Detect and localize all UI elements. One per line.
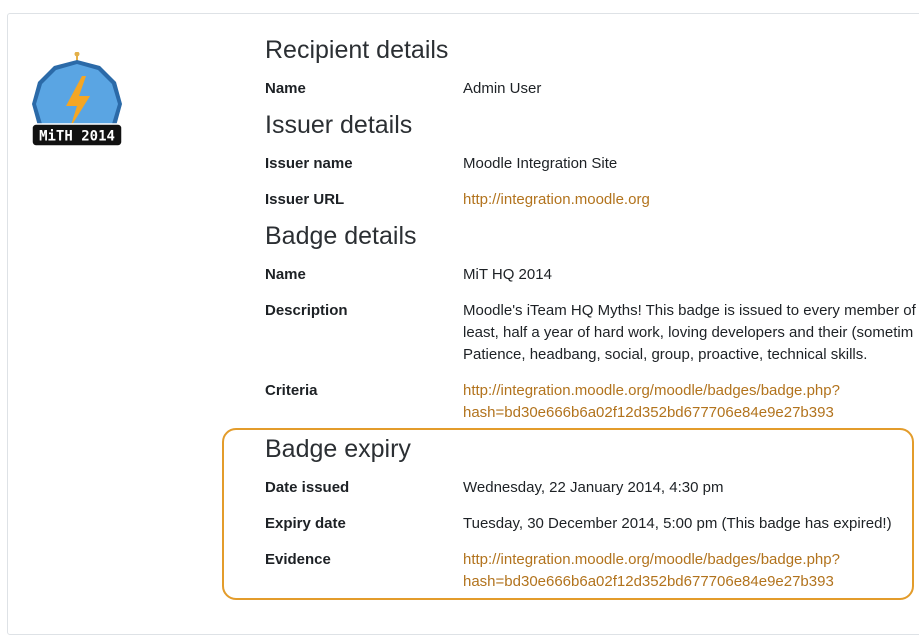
description-line: least, half a year of hard work, loving … (463, 324, 914, 341)
issuer-name-label: Issuer name (265, 155, 353, 172)
issuer-url-link[interactable]: http://integration.moodle.org (463, 191, 650, 208)
evidence-value: http://integration.moodle.org/moodle/bad… (463, 549, 840, 593)
badge-name-label: Name (265, 266, 306, 283)
badge-criteria-value: http://integration.moodle.org/moodle/bad… (463, 380, 840, 424)
badge-description-label: Description (265, 302, 348, 319)
recipient-name-value: Admin User (463, 80, 542, 97)
expiry-date-label: Expiry date (265, 515, 346, 532)
date-issued-label: Date issued (265, 479, 350, 496)
badge-image: MiTH 2014 (31, 52, 123, 147)
evidence-link[interactable]: hash=bd30e666b6a02f12d352bd677706e84e9e2… (463, 571, 840, 593)
badge-criteria-label: Criteria (265, 382, 318, 399)
badge-image-label: MiTH 2014 (39, 129, 115, 145)
issuer-name-value: Moodle Integration Site (463, 155, 618, 172)
expiry-date-value: Tuesday, 30 December 2014, 5:00 pm (This… (463, 515, 892, 532)
recipient-details-heading: Recipient details (265, 36, 449, 64)
badge-expiry-heading: Badge expiry (265, 435, 411, 463)
date-issued-value: Wednesday, 22 January 2014, 4:30 pm (463, 479, 724, 496)
description-line: Moodle's iTeam HQ Myths! This badge is i… (463, 302, 916, 319)
criteria-link[interactable]: hash=bd30e666b6a02f12d352bd677706e84e9e2… (463, 402, 840, 424)
evidence-link[interactable]: http://integration.moodle.org/moodle/bad… (463, 549, 840, 571)
badge-name-value: MiT HQ 2014 (463, 266, 552, 283)
issuer-url-label: Issuer URL (265, 191, 345, 208)
badge-details-heading: Badge details (265, 222, 417, 250)
issuer-details-heading: Issuer details (265, 111, 413, 139)
criteria-link[interactable]: http://integration.moodle.org/moodle/bad… (463, 380, 840, 402)
evidence-label: Evidence (265, 551, 331, 568)
recipient-name-label: Name (265, 80, 306, 97)
badge-description-value: Moodle's iTeam HQ Myths! This badge is i… (463, 300, 916, 366)
description-line: Patience, headbang, social, group, proac… (463, 346, 868, 363)
